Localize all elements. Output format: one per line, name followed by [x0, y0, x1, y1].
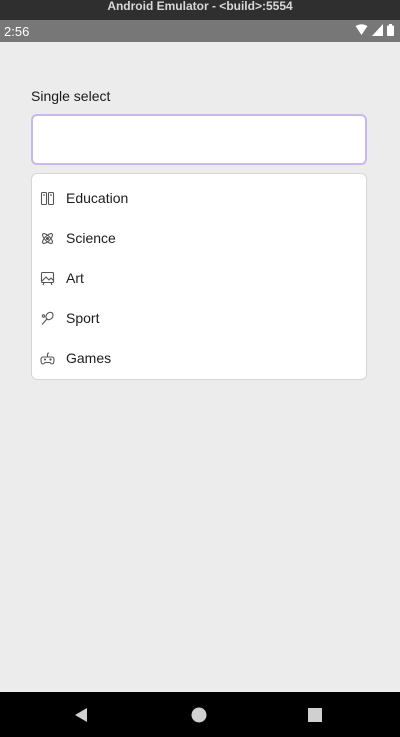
- gamepad-icon: [39, 350, 55, 366]
- picture-icon: [39, 270, 55, 286]
- single-select-input[interactable]: [31, 114, 367, 165]
- navigation-bar: [0, 692, 400, 737]
- recents-icon: [308, 708, 322, 722]
- status-icons: [355, 24, 394, 36]
- wifi-icon: [355, 24, 368, 35]
- signal-icon: [372, 24, 383, 36]
- status-bar: 2:56: [0, 20, 400, 42]
- back-button[interactable]: [72, 706, 90, 724]
- app-content: Single select Education Science Art Spor…: [0, 42, 400, 692]
- option-label: Science: [66, 230, 116, 246]
- home-button[interactable]: [190, 706, 208, 724]
- back-icon: [75, 708, 87, 722]
- option-label: Education: [66, 190, 129, 206]
- option-games[interactable]: Games: [32, 338, 366, 378]
- racket-icon: [39, 310, 55, 326]
- home-icon: [191, 707, 207, 723]
- option-label: Games: [66, 350, 112, 366]
- option-sport[interactable]: Sport: [32, 298, 366, 338]
- single-select-label: Single select: [31, 88, 111, 104]
- android-emulator-window: Android Emulator - <build>:5554 2:56 Sin…: [0, 0, 400, 737]
- status-time: 2:56: [4, 24, 30, 39]
- recents-button[interactable]: [306, 706, 324, 724]
- option-art[interactable]: Art: [32, 258, 366, 298]
- atom-icon: [39, 230, 55, 246]
- dropdown-list: Education Science Art Sport Games: [31, 173, 367, 380]
- option-label: Sport: [66, 310, 100, 326]
- battery-icon: [387, 24, 394, 36]
- option-science[interactable]: Science: [32, 218, 366, 258]
- book-icon: [39, 190, 55, 206]
- option-label: Art: [66, 270, 84, 286]
- emulator-title-bar: Android Emulator - <build>:5554: [0, 0, 400, 20]
- option-education[interactable]: Education: [32, 178, 366, 218]
